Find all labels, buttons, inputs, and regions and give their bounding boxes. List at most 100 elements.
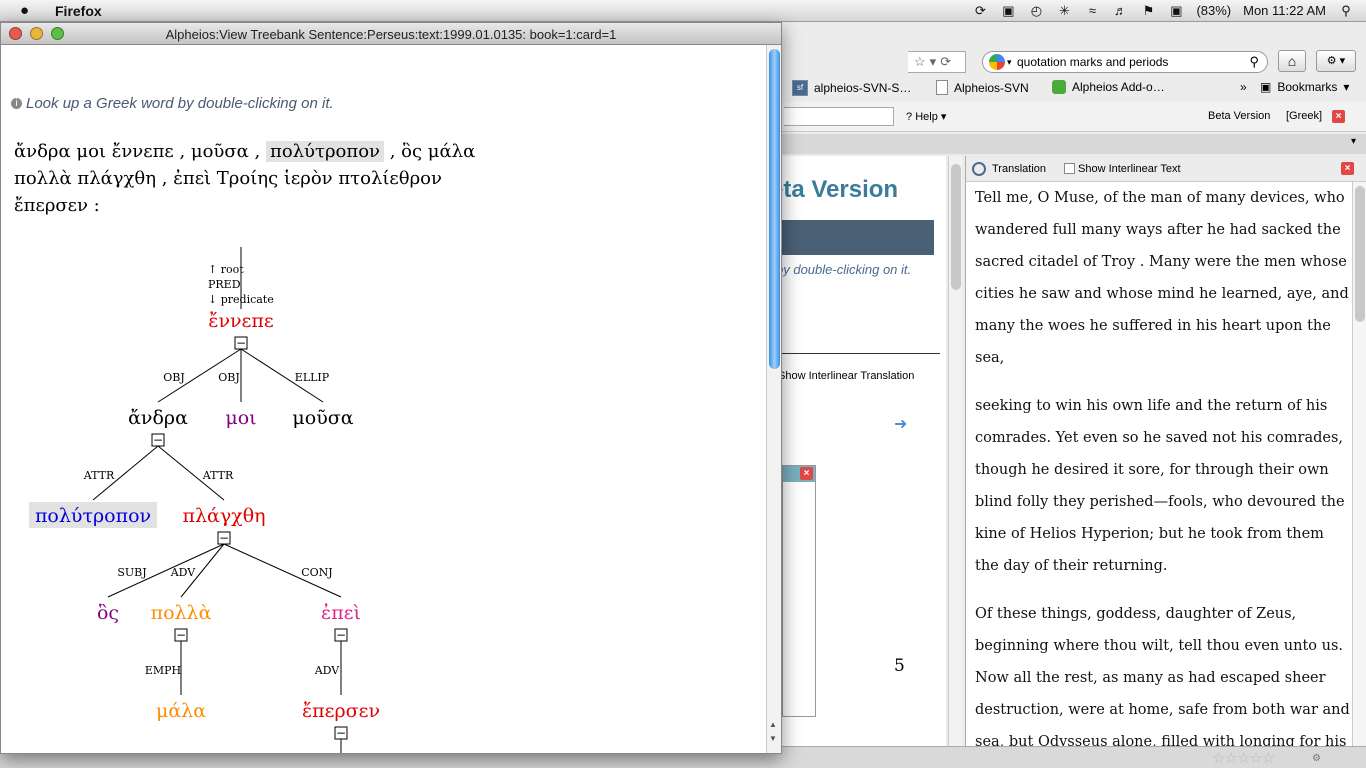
close-icon[interactable]: × [800,467,813,480]
volume-icon[interactable]: ♬ [1112,3,1128,18]
tree-node-hos[interactable]: ὃς [97,602,119,624]
page-icon [936,80,948,95]
tree-node-ennepe[interactable]: ἔννεπε [208,310,273,332]
page-number: 5 [894,656,905,676]
search-engine-dropdown-icon[interactable]: ▾ [1007,52,1012,72]
battery-icon[interactable]: ▣ [1168,3,1184,18]
help-label: Help [915,111,938,123]
window-titlebar[interactable]: Alpheios:View Treebank Sentence:Perseus:… [1,23,781,45]
edge-label: ADV [170,566,197,579]
dependency-tree: ↑ root PRED ↓ predicate OBJ OBJ ELLIP ATTR ATTR… [29,247,380,753]
bookmarks-toolbar: sf alpheios-SVN-S… Alpheios-SVN Alpheios… [760,76,1366,100]
scrollbar-thumb[interactable] [951,164,961,290]
close-icon[interactable]: × [1341,162,1354,175]
gear-icon: ⚙ ▾ [1326,55,1346,67]
bookmark-label: Alpheios Add-o… [1072,80,1165,94]
collapse-glyph: − [153,433,163,447]
tree-node-planchthe[interactable]: πλάγχθη [182,505,265,527]
show-interlinear-label[interactable]: Show Interlinear Text [1078,163,1181,175]
edge-label: OBJ [163,371,185,384]
divider [760,353,940,354]
translation-scrollbar[interactable] [1352,182,1366,768]
dropdown-icon[interactable]: ▾ [930,52,937,72]
tree-node-polytropon[interactable]: πολύτροπον [35,505,151,527]
bookmarks-menu[interactable]: ▣ Bookmarks ▾ [1260,80,1349,94]
reload-icon[interactable]: ⟳ [940,52,951,72]
arrow-right-icon[interactable]: ➜ [894,414,907,434]
root-label: ↓ predicate [208,293,274,306]
sentence-text-before[interactable]: ἄνδρα μοι ἔννεπε , μοῦσα , [14,141,266,162]
clock[interactable]: Mon 11:22 AM [1243,3,1326,18]
bookmarks-menu-label: Bookmarks [1277,80,1338,94]
collapse-glyph: − [236,336,246,350]
search-input[interactable]: ▾ quotation marks and periods ⚲ [982,51,1268,73]
bookmark-alpheios-svn-s[interactable]: sf alpheios-SVN-S… [792,80,911,96]
translation-text: Tell me, O Muse, of the man of many devi… [975,182,1351,768]
page-content: eta Version by double-clicking on it. Sh… [760,156,946,768]
chevron-right-icon: » [1240,80,1247,94]
tree-node-mala[interactable]: μάλα [156,700,206,722]
tab-list-icon[interactable]: ▾ [1351,136,1356,147]
show-interlinear-translation[interactable]: Show Interlinear Translation [778,370,914,382]
translation-header: Translation Show Interlinear Text × [966,156,1366,182]
tools-button[interactable]: ⚙ ▾ [1316,50,1356,72]
bookmark-alpheios-addon[interactable]: Alpheios Add-o… [1052,80,1165,94]
scroll-down-icon[interactable]: ▼ [769,734,777,743]
scrollbar-thumb[interactable] [1355,186,1365,322]
star-icon[interactable]: ☆ [914,52,926,72]
sync-icon[interactable]: ⟳ [972,3,988,18]
home-icon: ⌂ [1287,53,1297,69]
tree-node-andra[interactable]: ἄνδρα [128,407,188,429]
time-machine-icon[interactable]: ◴ [1028,3,1044,18]
edge-label: ATTR [83,469,115,482]
spotlight-icon[interactable]: ⚲ [1338,3,1354,18]
navigation-toolbar: ☆ ▾ ⟳ ▾ quotation marks and periods ⚲ ⌂ … [760,48,1366,74]
edge-label: SUBJ [117,566,146,579]
apple-menu-icon[interactable]: ● [20,2,29,19]
mini-panel: × [782,465,816,717]
puzzle-icon [1052,80,1066,94]
edge-label: OBJ [218,371,240,384]
magnifier-icon[interactable]: ⚲ [1249,52,1259,72]
bluetooth-icon[interactable]: ✳ [1056,3,1072,18]
tree-node-polla[interactable]: πολλὰ [151,602,212,624]
bookmark-alpheios-svn[interactable]: Alpheios-SVN [936,80,1029,95]
google-icon[interactable] [989,54,1005,70]
tree-node-mousa[interactable]: μοῦσα [292,407,353,429]
home-button[interactable]: ⌂ [1278,50,1306,72]
root-label: PRED [208,278,241,291]
chevron-down-icon: ▾ [1343,80,1350,94]
tree-node-epei[interactable]: ἐπεὶ [321,602,361,624]
language-label[interactable]: [Greek] [1286,110,1322,122]
status-addon-icon[interactable]: ⚙ [1312,753,1321,764]
help-menu[interactable]: ? Help ▾ [906,110,946,123]
flag-icon[interactable]: ⚑ [1140,3,1156,18]
sentence-highlighted-word[interactable]: πολύτροπον [265,141,384,162]
bookmarks-overflow[interactable]: » [1240,80,1247,94]
url-bar-end[interactable]: ☆ ▾ ⟳ [908,51,966,73]
alpheios-lookup-input[interactable] [784,107,894,126]
lookup-hint: i Look up a Greek word by double-clicking… [11,95,334,112]
scrollbar-thumb[interactable] [769,49,780,369]
mini-panel-header: × [783,466,815,482]
collapse-glyph: − [336,628,346,642]
close-icon: × [1332,110,1345,123]
tree-node-epersen[interactable]: ἔπερσεν [302,700,380,722]
battery-percent: (83%) [1196,3,1232,18]
camera-icon[interactable]: ▣ [1000,3,1016,18]
translation-paragraph: seeking to win his own life and the retu… [975,398,1345,574]
wifi-icon[interactable]: ≈ [1084,3,1100,18]
page-banner [760,220,934,255]
show-interlinear-translation-label: Show Interlinear Translation [778,370,915,382]
app-name[interactable]: Firefox [55,3,102,19]
tree-node-moi[interactable]: μοι [225,407,256,429]
translation-paragraph: Tell me, O Muse, of the man of many devi… [975,190,1349,366]
popup-scrollbar[interactable]: ▲ ▼ [766,45,781,753]
page-scrollbar[interactable] [948,156,962,768]
toolbar-close-button[interactable]: × [1332,110,1345,123]
show-interlinear-checkbox[interactable] [1064,163,1075,174]
scroll-up-icon[interactable]: ▲ [769,720,777,729]
edge-label: EMPH [145,664,181,677]
lookup-hint-text: Look up a Greek word by double-clicking … [26,95,334,112]
rating-stars[interactable]: ☆☆☆☆☆ [1212,749,1275,767]
